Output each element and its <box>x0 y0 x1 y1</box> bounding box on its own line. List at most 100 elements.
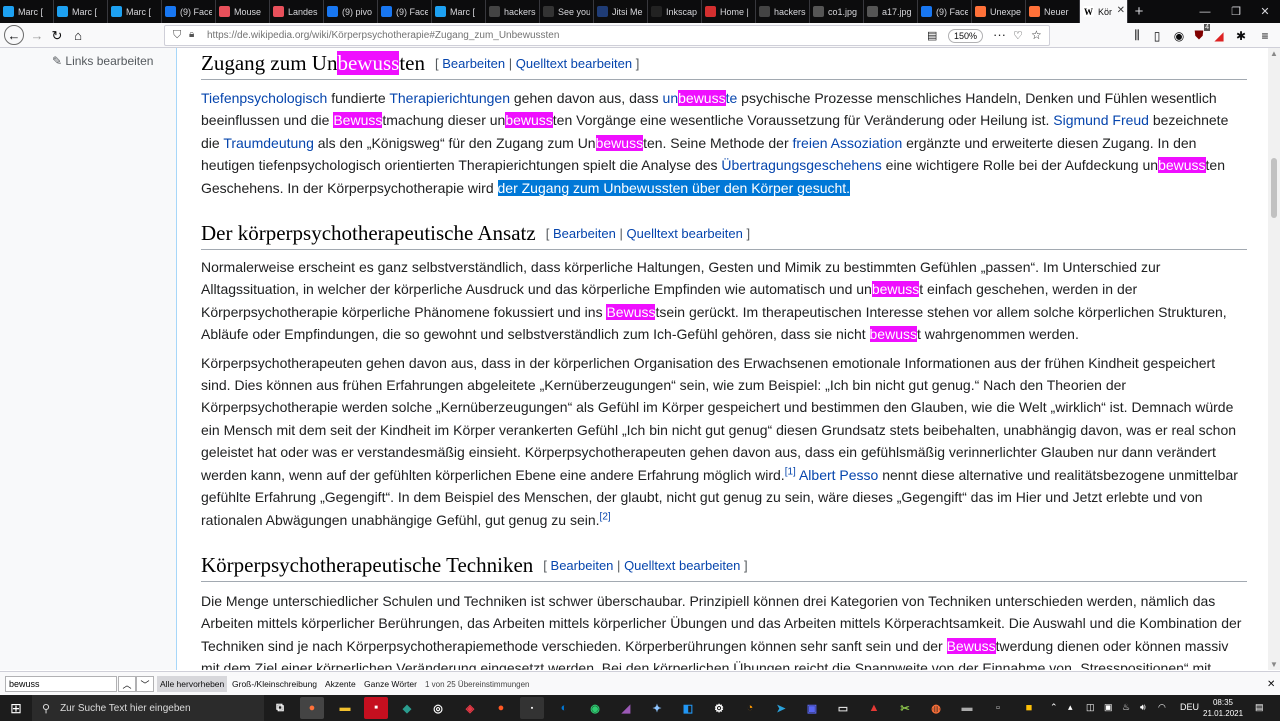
new-tab-button[interactable]: + <box>1128 0 1150 23</box>
link-sigmund-freud[interactable]: Sigmund Freud <box>1053 112 1149 128</box>
app-icon[interactable]: ✦ <box>645 697 669 719</box>
tab-item[interactable]: Home | <box>702 0 756 23</box>
link-albert-pesso[interactable]: Albert Pesso <box>799 467 878 483</box>
app-icon[interactable]: ■ <box>1017 697 1041 719</box>
minimize-icon[interactable]: — <box>1190 0 1220 23</box>
edit-source-button[interactable]: Quelltext bearbeiten <box>624 558 740 573</box>
highlight-all-toggle[interactable]: Alle hervorheben <box>157 676 228 692</box>
edit-button[interactable]: Bearbeiten <box>553 226 616 241</box>
tab-active[interactable]: W Kör ✕ <box>1080 0 1128 23</box>
settings-icon[interactable]: ⚙ <box>707 697 731 719</box>
edit-source-button[interactable]: Quelltext bearbeiten <box>516 56 632 71</box>
tab-item[interactable]: Jitsi Me <box>594 0 648 23</box>
scrollbar[interactable]: ▲ ▼ <box>1268 48 1280 670</box>
close-tab-icon[interactable]: ✕ <box>1117 5 1125 16</box>
link-therapierichtungen[interactable]: Therapierichtungen <box>389 90 510 106</box>
file-explorer-icon[interactable]: ▬ <box>333 697 357 719</box>
tab-item[interactable]: hackersca <box>486 0 540 23</box>
tab-item[interactable]: co1.jpg (JPE <box>810 0 864 23</box>
language-indicator[interactable]: DEU <box>1180 702 1199 712</box>
page-actions-icon[interactable]: ··· <box>993 27 1006 42</box>
search-highlight[interactable]: bewuss <box>678 90 726 106</box>
match-diacritics-toggle[interactable]: Akzente <box>322 676 359 692</box>
tray-icon[interactable]: ▣ <box>1104 702 1113 713</box>
find-input[interactable] <box>5 676 117 692</box>
app-icon[interactable]: ▣ <box>800 697 824 719</box>
sidebar-icon[interactable]: ▯ <box>1148 27 1166 44</box>
link-traumdeutung[interactable]: Traumdeutung <box>223 135 314 151</box>
reader-view-icon[interactable]: ▤ <box>927 29 937 42</box>
forward-button[interactable]: → <box>27 26 47 45</box>
ublock-icon[interactable]: ⛊ 4 <box>1190 24 1210 44</box>
link-tiefenpsychologisch[interactable]: Tiefenpsychologisch <box>201 90 327 106</box>
app-icon[interactable]: ■ <box>364 697 388 719</box>
edit-source-button[interactable]: Quelltext bearbeiten <box>627 226 743 241</box>
terminal-icon[interactable]: ▬ <box>955 697 979 719</box>
reference-link[interactable]: [2] <box>600 511 611 522</box>
url-bar[interactable]: ⛉ 🔒︎ https://de.wikipedia.org/wiki/Körpe… <box>164 25 1050 46</box>
wifi-icon[interactable]: ◠ <box>1158 702 1166 713</box>
home-button[interactable]: ⌂ <box>68 26 88 45</box>
maximize-icon[interactable]: ❐ <box>1221 0 1251 23</box>
tab-item[interactable]: Unexpe <box>972 0 1026 23</box>
tab-item[interactable]: (9) Face <box>378 0 432 23</box>
clock[interactable]: 08:35 21.01.2021 <box>1203 697 1243 719</box>
menu-icon[interactable]: ≡ <box>1256 27 1274 44</box>
network-icon[interactable]: ⌃ <box>1050 702 1058 713</box>
bookmark-star-icon[interactable]: ☆ <box>1031 28 1042 42</box>
lock-icon[interactable]: 🔒︎ <box>189 29 194 40</box>
task-view-icon[interactable]: ⧉ <box>268 697 292 719</box>
library-icon[interactable]: ⫼ <box>1128 27 1146 44</box>
app-icon[interactable]: ◔ <box>738 697 762 719</box>
account-icon[interactable]: ◉ <box>1170 27 1188 44</box>
scroll-down-icon[interactable]: ▼ <box>1270 660 1278 669</box>
extension-icon[interactable]: ◢ <box>1210 27 1228 44</box>
back-button[interactable]: ← <box>4 25 24 45</box>
app-icon[interactable]: ◍ <box>924 697 948 719</box>
tab-item[interactable]: Marc [ <box>0 0 54 23</box>
windows-start-icon[interactable]: ⊞ <box>0 695 32 721</box>
close-findbar-icon[interactable]: ✕ <box>1264 676 1278 692</box>
tray-icon[interactable]: ◫ <box>1086 702 1095 713</box>
tab-item[interactable]: Marc [ <box>432 0 486 23</box>
tab-item[interactable]: Marc [ <box>54 0 108 23</box>
tab-item[interactable]: Neuer <box>1026 0 1080 23</box>
match-case-toggle[interactable]: Groß-/Kleinschreibung <box>229 676 320 692</box>
zoom-level[interactable]: 150% <box>948 29 984 43</box>
tab-item[interactable]: (9) pivo <box>324 0 378 23</box>
link-unbewusst[interactable]: te <box>726 90 738 106</box>
app-icon[interactable]: ◐ <box>552 697 576 719</box>
close-window-icon[interactable]: ✕ <box>1250 0 1280 23</box>
link-unbewusst[interactable]: un <box>663 90 679 106</box>
speaker-icon[interactable]: 🔊︎ <box>1140 702 1146 713</box>
tab-item[interactable]: Marc [ <box>108 0 162 23</box>
extension2-icon[interactable]: ✱ <box>1232 27 1250 44</box>
scroll-up-icon[interactable]: ▲ <box>1270 49 1278 58</box>
tab-item[interactable]: hackersca <box>756 0 810 23</box>
tab-item[interactable]: Inkscap <box>648 0 702 23</box>
shield-icon[interactable]: ⛉ <box>173 29 181 42</box>
whole-words-toggle[interactable]: Ganze Wörter <box>361 676 420 692</box>
app-icon[interactable]: ● <box>489 697 513 719</box>
tray-icon[interactable]: ♨ <box>1122 702 1130 713</box>
find-next-button[interactable]: ﹀ <box>136 676 154 692</box>
notification-icon[interactable]: ▤ <box>1255 702 1264 713</box>
app-icon[interactable]: ◧ <box>676 697 700 719</box>
edit-button[interactable]: Bearbeiten <box>442 56 505 71</box>
edit-links[interactable]: ✎ Links bearbeiten <box>52 54 153 68</box>
app-icon[interactable]: ▪ <box>520 697 544 719</box>
reload-button[interactable]: ↻ <box>47 26 67 45</box>
tab-item[interactable]: (9) Face <box>162 0 216 23</box>
link-uebertragung[interactable]: Übertragungsgeschehens <box>721 157 881 173</box>
tray-icon[interactable]: ▴ <box>1068 702 1073 713</box>
tab-item[interactable]: See you <box>540 0 594 23</box>
edit-button[interactable]: Bearbeiten <box>551 558 614 573</box>
app-icon[interactable]: ◈ <box>458 697 482 719</box>
app-icon[interactable]: ✂ <box>893 697 917 719</box>
link-freie-assoziation[interactable]: freien Assoziation <box>793 135 903 151</box>
tab-item[interactable]: (9) Face <box>918 0 972 23</box>
taskbar-search[interactable]: ⚲ Zur Suche Text hier eingeben <box>32 695 264 721</box>
edge-icon[interactable]: ◉ <box>583 697 607 719</box>
find-previous-button[interactable]: ︿ <box>118 676 136 692</box>
tab-item[interactable]: Mouse <box>216 0 270 23</box>
